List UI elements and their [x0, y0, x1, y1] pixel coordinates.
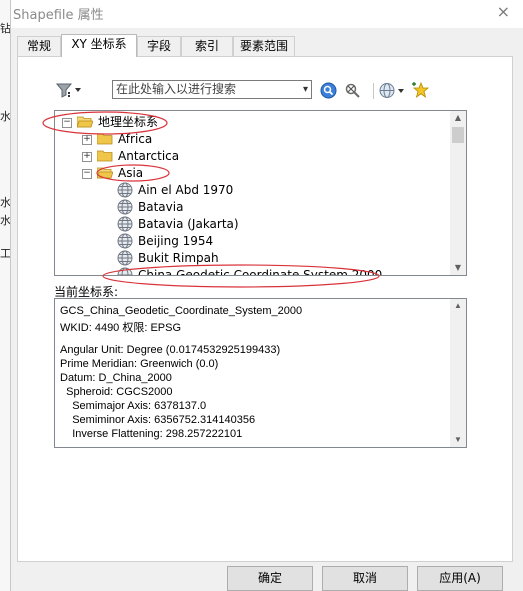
tree-item-asia[interactable]: − Asia — [55, 165, 451, 182]
ok-button[interactable]: 确定 — [227, 566, 313, 591]
search-placeholder: 在此处输入以进行搜索 — [116, 82, 237, 96]
globe-icon — [117, 182, 133, 198]
folder-open-icon — [97, 167, 113, 179]
tab-feature-extent[interactable]: 要素范围 — [233, 36, 295, 56]
tree-item-antarctica[interactable]: + Antarctica — [55, 148, 451, 165]
globe-icon — [117, 199, 133, 215]
globe-menu-icon[interactable] — [379, 82, 407, 102]
tab-panel: 在此处输入以进行搜索 ▾ − 地理坐标系 + Africa + Antarcti… — [17, 56, 513, 562]
folder-icon — [97, 133, 113, 145]
search-input[interactable]: 在此处输入以进行搜索 ▾ — [112, 80, 312, 99]
coordinate-system-tree[interactable]: − 地理坐标系 + Africa + Antarctica − Asia Ain… — [54, 110, 467, 276]
close-icon[interactable]: × — [497, 2, 510, 21]
collapse-icon[interactable]: − — [82, 169, 92, 179]
folder-icon — [97, 150, 113, 162]
tree-item-label: China Geodetic Coordinate System 2000 — [138, 268, 383, 276]
search-go-icon[interactable] — [320, 82, 337, 102]
cancel-button[interactable]: 取消 — [322, 566, 408, 591]
crs-detail-line: Inverse Flattening: 298.257222101 — [60, 428, 243, 440]
globe-icon — [117, 216, 133, 232]
tree-item-crs[interactable]: Beijing 1954 — [55, 233, 451, 250]
tree-item-geographic[interactable]: − 地理坐标系 — [55, 114, 451, 131]
crs-detail-line: Semiminor Axis: 6356752.314140356 — [60, 414, 256, 426]
toolbar-divider — [373, 83, 374, 99]
tree-item-label: 地理坐标系 — [98, 115, 159, 129]
tree-item-label: Batavia (Jakarta) — [138, 217, 239, 231]
tree-item-label: Beijing 1954 — [138, 234, 214, 248]
crs-detail-line: WKID: 4490 权限: EPSG — [60, 322, 182, 334]
globe-icon — [117, 233, 133, 249]
tree-item-crs-selected[interactable]: China Geodetic Coordinate System 2000 — [55, 267, 451, 276]
tree-item-label: Batavia — [138, 200, 184, 214]
filter-icon[interactable] — [55, 82, 84, 101]
details-scrollbar[interactable]: ▲ ▼ — [450, 299, 466, 447]
apply-button[interactable]: 应用(A) — [417, 566, 503, 591]
scroll-thumb[interactable] — [452, 127, 464, 143]
tree-item-africa[interactable]: + Africa — [55, 131, 451, 148]
crs-detail-line: GCS_China_Geodetic_Coordinate_System_200… — [60, 305, 303, 317]
chevron-down-icon[interactable]: ▾ — [303, 82, 308, 97]
tree-item-label: Bukit Rimpah — [138, 251, 219, 265]
scroll-up-icon[interactable]: ▲ — [450, 299, 466, 313]
window-title: Shapefile 属性 — [13, 8, 104, 23]
scroll-up-icon[interactable]: ▲ — [450, 111, 466, 125]
tree-item-crs[interactable]: Ain el Abd 1970 — [55, 182, 451, 199]
expand-icon[interactable]: + — [82, 152, 92, 162]
tree-item-label: Antarctica — [118, 149, 180, 163]
crs-detail-line: Semimajor Axis: 6378137.0 — [60, 400, 207, 412]
current-crs-details[interactable]: GCS_China_Geodetic_Coordinate_System_200… — [54, 298, 467, 448]
folder-open-icon — [77, 116, 93, 128]
add-favorite-icon[interactable] — [412, 81, 430, 102]
tree-item-crs[interactable]: Batavia — [55, 199, 451, 216]
tree-scrollbar[interactable]: ▲ ▼ — [450, 111, 466, 275]
scroll-down-icon[interactable]: ▼ — [450, 433, 466, 447]
tab-indexes[interactable]: 索引 — [181, 36, 233, 56]
properties-dialog: Shapefile 属性 × 常规 XY 坐标系 字段 索引 要素范围 在此处输… — [10, 0, 523, 591]
tab-xy-coordinate-system[interactable]: XY 坐标系 — [61, 34, 137, 57]
tree-item-label: Africa — [118, 132, 153, 146]
scroll-down-icon[interactable]: ▼ — [450, 261, 466, 275]
globe-icon — [117, 267, 133, 275]
expand-icon[interactable]: + — [82, 135, 92, 145]
crs-detail-line: Prime Meridian: Greenwich (0.0) — [60, 358, 219, 370]
crs-detail-line: Spheroid: CGCS2000 — [60, 386, 173, 398]
title-bar: Shapefile 属性 × — [11, 0, 523, 28]
tree-item-crs[interactable]: Bukit Rimpah — [55, 250, 451, 267]
tab-general[interactable]: 常规 — [17, 36, 61, 56]
crs-detail-line: Datum: D_China_2000 — [60, 372, 172, 384]
tree-item-label: Asia — [118, 166, 144, 180]
background-window-edge — [0, 0, 10, 591]
crs-detail-line: Angular Unit: Degree (0.0174532925199433… — [60, 344, 281, 356]
globe-icon — [117, 250, 133, 266]
tab-fields[interactable]: 字段 — [137, 36, 181, 56]
tree-item-label: Ain el Abd 1970 — [138, 183, 234, 197]
collapse-icon[interactable]: − — [62, 118, 72, 128]
clear-search-icon[interactable] — [344, 82, 361, 102]
tree-item-crs[interactable]: Batavia (Jakarta) — [55, 216, 451, 233]
